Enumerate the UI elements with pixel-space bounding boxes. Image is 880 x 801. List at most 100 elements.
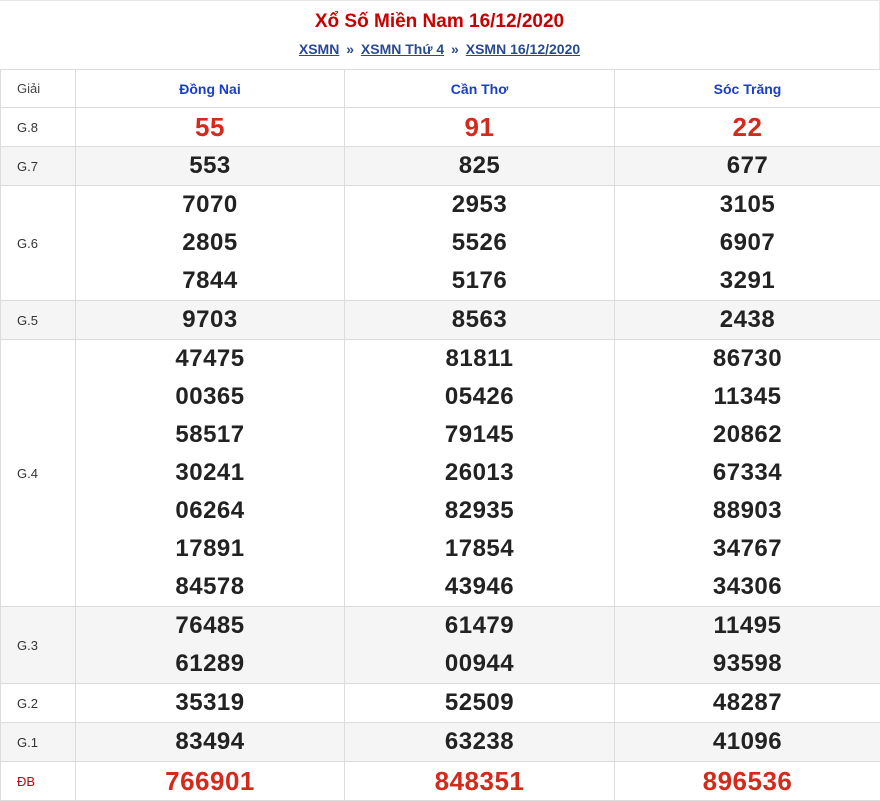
result-number: 86730	[712, 345, 783, 372]
result-number: 766901	[165, 766, 255, 796]
result-cell-can-tho: 52509	[344, 683, 615, 723]
result-cell-can-tho: 8563	[344, 300, 615, 340]
breadcrumb-xsmn-thu4[interactable]: XSMN Thứ 4	[361, 41, 444, 57]
result-number: 35319	[175, 689, 245, 716]
prize-row-g6: G.6 7070 2805 7844 2953 5526 5176 3105 6907 3291	[0, 185, 880, 301]
prize-row-g7: G.7 553 825 677	[0, 146, 880, 186]
result-number: 9703	[182, 306, 238, 333]
result-number: 79145	[444, 421, 515, 448]
result-cell-can-tho: 63238	[344, 722, 615, 762]
results-body: G.8 55 91 22 G.7 553 825 677 G.6 7070 2805 7844 2953…	[0, 107, 880, 801]
result-cell-soc-trang: 3105 6907 3291	[614, 185, 880, 301]
breadcrumb-xsmn-date[interactable]: XSMN 16/12/2020	[466, 41, 580, 57]
result-number: 11495	[713, 612, 782, 639]
breadcrumb-xsmn[interactable]: XSMN	[299, 41, 339, 57]
result-number: 00365	[175, 383, 245, 410]
prize-label: G.5	[0, 300, 76, 340]
result-cell-dong-nai: 9703	[75, 300, 345, 340]
result-cell-soc-trang: 41096	[614, 722, 880, 762]
results-table: Giải Đồng Nai Cần Thơ Sóc Trăng G.8 55 91 2…	[0, 69, 880, 801]
result-number: 48287	[712, 689, 783, 716]
result-cell-soc-trang: 2438	[614, 300, 880, 340]
result-number: 3291	[719, 267, 776, 294]
result-number: 55	[195, 112, 225, 142]
result-cell-can-tho: 848351	[344, 761, 615, 801]
result-number: 41096	[712, 728, 783, 755]
result-cell-dong-nai: 83494	[75, 722, 345, 762]
result-cell-dong-nai: 7070 2805 7844	[75, 185, 345, 301]
result-number: 825	[458, 152, 501, 179]
prize-label: G.7	[0, 146, 76, 186]
result-number: 11345	[713, 383, 782, 410]
breadcrumb-separator: »	[346, 41, 354, 57]
result-number: 81811	[445, 345, 514, 372]
result-cell-soc-trang: 896536	[614, 761, 880, 801]
result-number: 82935	[444, 497, 515, 524]
result-number: 8563	[451, 306, 508, 333]
breadcrumb: XSMN » XSMN Thứ 4 » XSMN 16/12/2020	[0, 41, 879, 57]
result-number: 52509	[444, 689, 515, 716]
result-cell-can-tho: 825	[344, 146, 615, 186]
result-cell-can-tho: 2953 5526 5176	[344, 185, 615, 301]
result-cell-soc-trang: 22	[614, 107, 880, 147]
result-number: 2805	[182, 229, 238, 256]
result-number: 30241	[175, 459, 245, 486]
result-number: 6907	[719, 229, 776, 256]
result-number: 896536	[702, 766, 793, 796]
prize-label: ĐB	[0, 761, 76, 801]
province-header-dong-nai: Đồng Nai	[75, 69, 345, 108]
prize-label: G.4	[0, 339, 76, 607]
prize-label: G.8	[0, 107, 76, 147]
result-number: 61289	[175, 650, 245, 677]
prize-label: G.6	[0, 185, 76, 301]
prize-row-db: ĐB 766901 848351 896536	[0, 761, 880, 801]
result-number: 06264	[175, 497, 245, 524]
result-number: 553	[189, 152, 231, 179]
result-cell-dong-nai: 47475 00365 58517 30241 06264 17891 84578	[75, 339, 345, 607]
province-header-soc-trang: Sóc Trăng	[614, 69, 880, 108]
result-cell-can-tho: 91	[344, 107, 615, 147]
result-number: 47475	[175, 345, 245, 372]
result-number: 84578	[175, 573, 245, 600]
result-number: 26013	[444, 459, 515, 486]
result-number: 43946	[444, 573, 515, 600]
result-number: 76485	[175, 612, 245, 639]
page-title: Xổ Số Miền Nam 16/12/2020	[314, 11, 565, 32]
result-number: 17891	[175, 535, 245, 562]
result-cell-dong-nai: 766901	[75, 761, 345, 801]
result-number: 848351	[434, 766, 525, 796]
prize-label: G.2	[0, 683, 76, 723]
result-number: 58517	[175, 421, 245, 448]
result-number: 34306	[712, 573, 783, 600]
prize-row-g1: G.1 83494 63238 41096	[0, 722, 880, 762]
result-number: 67334	[712, 459, 783, 486]
result-number: 61479	[444, 612, 515, 639]
result-cell-can-tho: 61479 00944	[344, 606, 615, 684]
page-header: Xổ Số Miền Nam 16/12/2020 XSMN » XSMN Th…	[0, 0, 880, 69]
result-number: 5176	[451, 267, 508, 294]
result-cell-dong-nai: 553	[75, 146, 345, 186]
province-header-can-tho: Cần Thơ	[344, 69, 615, 108]
prize-row-g3: G.3 76485 61289 61479 00944 11495 93598	[0, 606, 880, 684]
prize-column-header: Giải	[0, 69, 76, 108]
result-cell-dong-nai: 76485 61289	[75, 606, 345, 684]
result-number: 00944	[444, 650, 515, 677]
result-number: 05426	[444, 383, 515, 410]
result-cell-soc-trang: 677	[614, 146, 880, 186]
prize-label: G.3	[0, 606, 76, 684]
result-number: 2953	[451, 191, 508, 218]
result-number: 34767	[712, 535, 783, 562]
result-number: 91	[464, 112, 495, 142]
result-number: 7070	[182, 191, 238, 218]
result-cell-dong-nai: 35319	[75, 683, 345, 723]
result-number: 7844	[182, 267, 238, 294]
result-cell-soc-trang: 48287	[614, 683, 880, 723]
result-number: 5526	[451, 229, 508, 256]
result-cell-dong-nai: 55	[75, 107, 345, 147]
result-number: 22	[732, 112, 763, 142]
result-number: 63238	[444, 728, 515, 755]
result-cell-soc-trang: 11495 93598	[614, 606, 880, 684]
prize-row-g2: G.2 35319 52509 48287	[0, 683, 880, 723]
result-number: 677	[726, 152, 769, 179]
prize-row-g8: G.8 55 91 22	[0, 107, 880, 147]
